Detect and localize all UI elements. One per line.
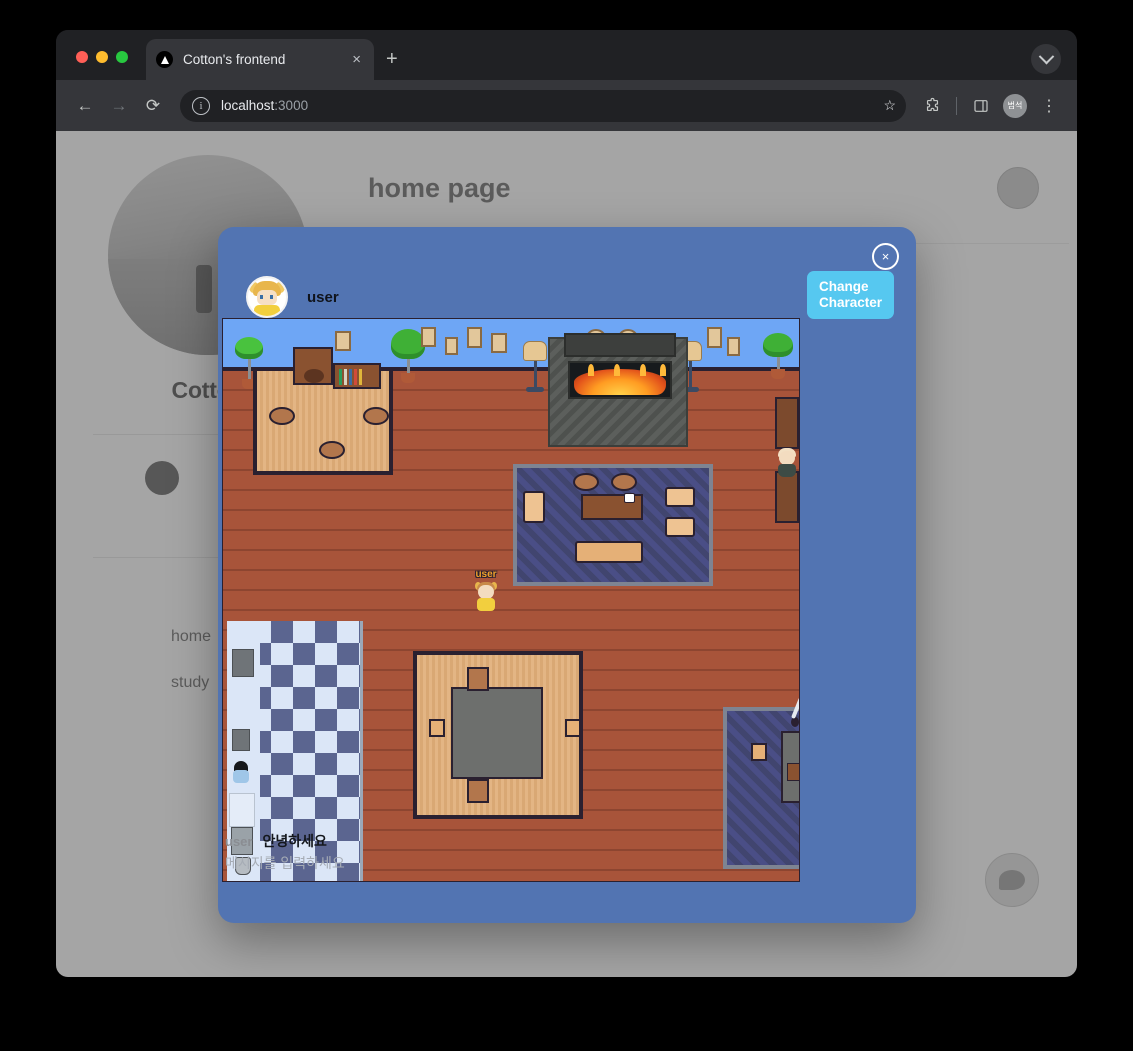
chair	[467, 779, 489, 803]
cabinet	[775, 397, 799, 449]
floor-cushion	[573, 473, 599, 491]
npc-character[interactable]	[776, 447, 798, 477]
floor-cushion	[363, 407, 389, 425]
url-text: localhost:3000	[221, 98, 308, 113]
armchair	[665, 487, 695, 507]
bookmark-star-icon[interactable]: ☆	[883, 97, 896, 114]
sofa	[575, 541, 643, 563]
browser-tab[interactable]: Cotton's frontend ×	[146, 39, 374, 80]
chair	[565, 719, 581, 737]
chat-input[interactable]: 메시지를 입력하세요	[225, 853, 465, 873]
github-icon[interactable]	[145, 461, 179, 495]
user-name-label: user	[307, 288, 339, 306]
wall-picture	[491, 333, 507, 353]
wall-picture	[467, 327, 482, 348]
close-icon[interactable]: ×	[872, 243, 899, 270]
cabinet	[775, 471, 799, 523]
player-character[interactable]: user	[475, 569, 497, 611]
chair	[467, 667, 489, 691]
vercel-triangle-icon	[156, 51, 173, 68]
new-tab-button[interactable]: +	[386, 49, 398, 69]
close-icon[interactable]: ×	[349, 49, 364, 70]
inkwell	[791, 717, 799, 727]
chat-bubble-icon[interactable]	[985, 853, 1039, 907]
page-title: home page	[368, 172, 511, 203]
nav-link-home[interactable]: home	[171, 628, 211, 646]
close-window-button[interactable]	[76, 51, 88, 63]
wall-picture	[445, 337, 458, 355]
player-nametag: user	[475, 569, 497, 580]
menu-icon[interactable]: ⋮	[1035, 92, 1063, 120]
back-button[interactable]: ←	[70, 91, 100, 121]
potted-plant	[391, 329, 425, 383]
change-character-line2: Character	[818, 294, 882, 310]
puzzle-icon[interactable]	[918, 92, 946, 120]
character-avatar[interactable]	[246, 276, 288, 318]
potted-plant	[763, 333, 793, 379]
forward-button[interactable]: →	[104, 91, 134, 121]
change-character-button[interactable]: Change Character	[806, 271, 894, 319]
wall-picture	[421, 327, 436, 347]
reload-button[interactable]: ⟳	[138, 91, 168, 121]
change-character-line1: Change	[818, 279, 869, 294]
minimize-window-button[interactable]	[96, 51, 108, 63]
profile-avatar[interactable]: 범석	[1003, 93, 1027, 118]
modal-header: user Change Character	[246, 271, 894, 323]
side-panel-icon[interactable]	[967, 92, 995, 120]
coffee-table	[581, 493, 643, 520]
writing-desk	[781, 731, 799, 803]
fireplace	[548, 333, 688, 447]
floor-cushion	[319, 441, 345, 459]
appliance	[232, 649, 254, 677]
jukebox	[293, 347, 333, 385]
floor-lamp	[523, 341, 547, 392]
game-canvas[interactable]: user user 안녕하세요 메시지를 입력하세요	[222, 318, 800, 882]
floor-cushion	[269, 407, 295, 425]
nav-link-study[interactable]: study	[171, 674, 209, 692]
appliance	[232, 729, 250, 751]
toolbar-divider	[956, 96, 957, 115]
armchair	[665, 517, 695, 537]
game-modal: × user Change Character user user 안녕하세요 …	[218, 227, 916, 923]
wall-picture	[727, 337, 740, 356]
address-bar[interactable]: i localhost:3000 ☆	[180, 89, 906, 122]
tab-strip: Cotton's frontend × +	[56, 30, 1077, 80]
wall-picture	[335, 331, 351, 351]
chair	[751, 743, 767, 761]
maximize-window-button[interactable]	[116, 51, 128, 63]
floor-cushion	[611, 473, 637, 491]
url-host: localhost	[221, 98, 275, 113]
chat-message-row: user 안녕하세요	[225, 831, 465, 851]
url-port: :3000	[274, 98, 309, 113]
appliance	[229, 793, 255, 827]
browser-toolbar: ← → ⟳ i localhost:3000 ☆ 범석 ⋮	[56, 80, 1077, 131]
chat-sender-name: user	[225, 834, 253, 849]
desktop-backdrop: Cotton's frontend × + ← → ⟳ i localhost:…	[0, 0, 1133, 1051]
avatar[interactable]	[997, 167, 1039, 209]
chat-message-text: 안녕하세요	[262, 833, 327, 849]
site-info-icon[interactable]: i	[192, 96, 210, 115]
chair	[429, 719, 445, 737]
tab-title: Cotton's frontend	[183, 52, 286, 67]
seated-character	[231, 761, 251, 783]
window-controls[interactable]	[76, 51, 128, 63]
chevron-down-icon[interactable]	[1031, 44, 1061, 74]
bookshelf	[333, 363, 381, 389]
wall-picture	[707, 327, 722, 348]
meeting-table	[451, 687, 543, 779]
armchair	[523, 491, 545, 523]
